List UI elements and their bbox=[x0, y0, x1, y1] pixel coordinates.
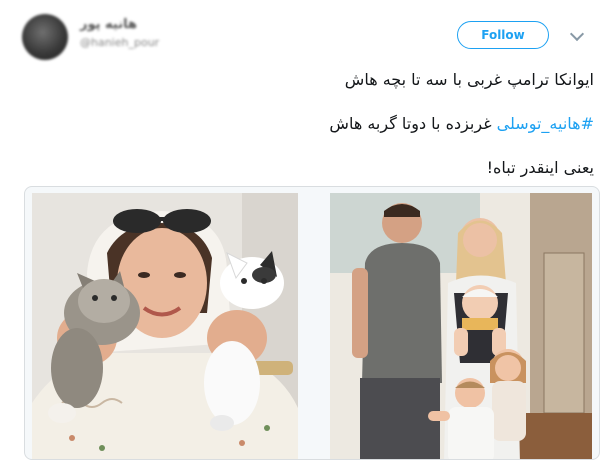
hashtag-link[interactable]: #هانیه_توسلی bbox=[497, 114, 594, 133]
tweet-text-line-1: ایوانکا ترامپ غربی با سه تا بچه هاش bbox=[344, 70, 594, 89]
photo-family[interactable] bbox=[330, 193, 592, 459]
follow-button[interactable]: Follow bbox=[457, 21, 549, 49]
author-handle[interactable]: @hanieh_pour bbox=[80, 36, 159, 49]
avatar[interactable] bbox=[22, 14, 68, 60]
tweet-text-line-2: #هانیه_توسلی غربزده با دوتا گربه هاش bbox=[329, 114, 594, 133]
tweet-media[interactable] bbox=[24, 186, 600, 460]
photo-woman-with-kittens[interactable] bbox=[32, 193, 298, 459]
author-name[interactable]: هانیه پور bbox=[80, 17, 137, 32]
tweet-text-line-2-rest: غربزده با دوتا گربه هاش bbox=[329, 114, 497, 133]
chevron-down-icon[interactable] bbox=[569, 26, 585, 42]
tweet-header: هانیه پور @hanieh_pour Follow bbox=[0, 0, 608, 60]
tweet-text-line-3: یعنی اینقدر تباه! bbox=[486, 158, 594, 177]
